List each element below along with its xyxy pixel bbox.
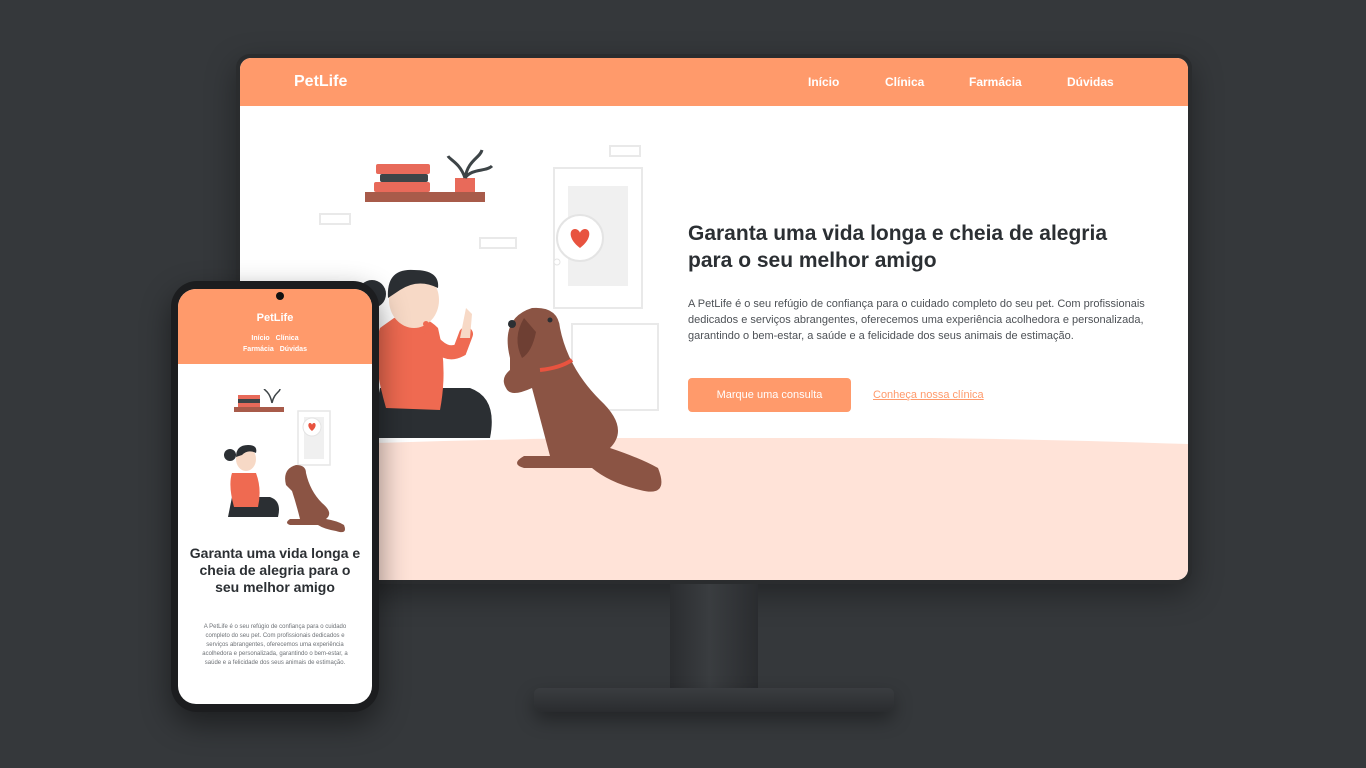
mobile-hero-illustration [224,389,345,533]
desktop-hero-content: Garanta uma vida longa e cheia de alegri… [688,220,1148,344]
mobile-phone: PetLife Início Clínica Farmácia Dúvidas [171,281,379,712]
desktop-screen: PetLife Início Clínica Farmácia Dúvidas [240,58,1188,580]
mobile-nav-link-clinica[interactable]: Clínica [276,335,299,342]
mobile-nav-link-farmacia[interactable]: Farmácia [243,346,274,353]
desktop-hero-description: A PetLife é o seu refúgio de confiança p… [688,298,1145,342]
desktop-menu: Início Clínica Farmácia Dúvidas [808,75,1127,89]
mobile-navbar: PetLife Início Clínica Farmácia Dúvidas [178,289,372,364]
desktop-logo[interactable]: PetLife [294,73,347,91]
nav-link-farmacia[interactable]: Farmácia [969,75,1067,89]
monitor-stand-base [534,688,894,712]
desktop-monitor: PetLife Início Clínica Farmácia Dúvidas [236,54,1192,584]
camera-notch-icon [276,292,284,300]
clinic-link[interactable]: Conheça nossa clínica [873,389,984,401]
mobile-menu: Início Clínica Farmácia Dúvidas [178,333,372,355]
mobile-hero-description: A PetLife é o seu refúgio de confiança p… [202,624,348,666]
mobile-nav-link-duvidas[interactable]: Dúvidas [280,346,307,353]
mobile-logo[interactable]: PetLife [178,312,372,324]
mobile-screen: PetLife Início Clínica Farmácia Dúvidas [178,289,372,704]
nav-link-clinica[interactable]: Clínica [885,75,969,89]
desktop-hero-title: Garanta uma vida longa e cheia de alegri… [688,222,1107,272]
shelf-icon [365,149,494,202]
nav-link-duvidas[interactable]: Dúvidas [1067,75,1127,89]
monitor-stand-neck [670,584,758,700]
mobile-nav-link-inicio[interactable]: Início [251,335,269,342]
desktop-hero-actions: Marque uma consulta Conheça nossa clínic… [688,378,984,412]
mobile-hero-title: Garanta uma vida longa e cheia de alegri… [189,545,361,595]
dog-figure [503,307,662,492]
desktop-navbar: PetLife Início Clínica Farmácia Dúvidas [240,58,1188,106]
nav-link-inicio[interactable]: Início [808,75,885,89]
book-appointment-button[interactable]: Marque uma consulta [688,378,851,412]
